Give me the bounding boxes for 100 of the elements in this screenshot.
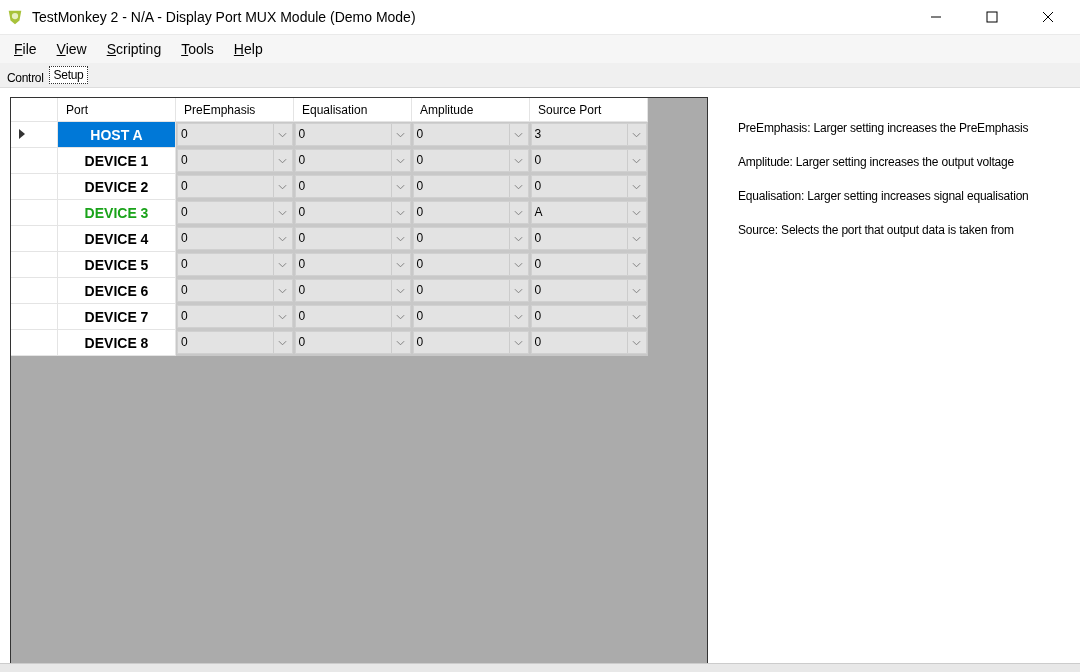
chevron-down-icon bbox=[278, 261, 287, 268]
chevron-down-icon bbox=[396, 209, 405, 216]
dropdown[interactable]: 0 bbox=[412, 201, 529, 224]
dropdown[interactable]: 0 bbox=[412, 175, 529, 198]
chevron-down-icon bbox=[632, 131, 641, 138]
chevron-down-icon bbox=[278, 183, 287, 190]
close-icon[interactable] bbox=[1042, 11, 1054, 23]
port-cell[interactable]: DEVICE 2 bbox=[57, 173, 176, 200]
port-cell[interactable]: HOST A bbox=[57, 121, 176, 148]
dropdown[interactable]: 0 bbox=[177, 227, 293, 250]
help-text: Amplitude: Larger setting increases the output voltage bbox=[738, 155, 1016, 169]
port-cell[interactable]: DEVICE 1 bbox=[57, 147, 176, 174]
menu-item[interactable]: File bbox=[14, 41, 37, 57]
horizontal-scrollbar[interactable] bbox=[0, 663, 1080, 672]
chevron-down-icon bbox=[396, 235, 405, 242]
dropdown[interactable]: 0 bbox=[177, 149, 293, 172]
dropdown[interactable]: 0 bbox=[412, 305, 529, 328]
chevron-down-icon bbox=[396, 183, 405, 190]
tab[interactable]: Control bbox=[4, 69, 47, 87]
dropdown[interactable]: 0 bbox=[177, 253, 293, 276]
column-header: Amplitude bbox=[411, 98, 530, 122]
chevron-down-icon bbox=[278, 209, 287, 216]
dropdown[interactable]: 0 bbox=[412, 253, 529, 276]
chevron-down-icon bbox=[632, 313, 641, 320]
chevron-down-icon bbox=[632, 183, 641, 190]
chevron-down-icon bbox=[632, 157, 641, 164]
dropdown[interactable]: 0 bbox=[412, 331, 529, 354]
dropdown[interactable]: 0 bbox=[177, 201, 293, 224]
dropdown[interactable]: 0 bbox=[412, 123, 529, 147]
dropdown[interactable]: 0 bbox=[412, 149, 529, 172]
chevron-down-icon bbox=[514, 339, 523, 346]
port-cell[interactable]: DEVICE 5 bbox=[57, 251, 176, 278]
dropdown[interactable]: 0 bbox=[530, 253, 647, 276]
chevron-down-icon bbox=[514, 287, 523, 294]
port-cell[interactable]: DEVICE 8 bbox=[57, 329, 176, 356]
dropdown[interactable]: 0 bbox=[530, 331, 647, 354]
dropdown[interactable]: 0 bbox=[177, 331, 293, 354]
dropdown[interactable]: 3 bbox=[530, 123, 647, 147]
dropdown[interactable]: 0 bbox=[530, 279, 647, 302]
chevron-down-icon bbox=[396, 261, 405, 268]
chevron-down-icon bbox=[278, 287, 287, 294]
help-text: Equalisation: Larger setting increases signal equalisation bbox=[738, 189, 1030, 203]
chevron-down-icon bbox=[396, 157, 405, 164]
dropdown[interactable]: 0 bbox=[294, 331, 411, 354]
dropdown[interactable]: 0 bbox=[530, 305, 647, 328]
chevron-down-icon bbox=[514, 235, 523, 242]
help-text: Source: Selects the port that output data is taken from bbox=[738, 223, 1015, 237]
dropdown[interactable]: 0 bbox=[294, 149, 411, 172]
chevron-down-icon bbox=[514, 209, 523, 216]
chevron-down-icon bbox=[514, 131, 523, 138]
dropdown[interactable]: 0 bbox=[294, 227, 411, 250]
chevron-down-icon bbox=[632, 287, 641, 294]
dropdown[interactable]: 0 bbox=[294, 253, 411, 276]
chevron-down-icon bbox=[632, 235, 641, 242]
chevron-down-icon bbox=[632, 209, 641, 216]
dropdown[interactable]: 0 bbox=[177, 279, 293, 302]
column-header: Equalisation bbox=[293, 98, 412, 122]
dropdown[interactable]: 0 bbox=[294, 123, 411, 147]
column-header: Port bbox=[57, 98, 176, 122]
dropdown[interactable]: 0 bbox=[294, 175, 411, 198]
menu-item[interactable]: View bbox=[56, 41, 87, 57]
dropdown[interactable]: 0 bbox=[412, 227, 529, 250]
dropdown[interactable]: 0 bbox=[530, 227, 647, 250]
chevron-down-icon bbox=[514, 261, 523, 268]
menu-item[interactable]: Help bbox=[233, 41, 263, 57]
chevron-down-icon bbox=[278, 157, 287, 164]
chevron-down-icon bbox=[632, 339, 641, 346]
dropdown[interactable]: 0 bbox=[294, 305, 411, 328]
column-header: Source Port bbox=[529, 98, 648, 122]
menu-item[interactable]: Scripting bbox=[106, 41, 162, 57]
chevron-down-icon bbox=[278, 235, 287, 242]
dropdown[interactable]: 0 bbox=[294, 279, 411, 302]
chevron-down-icon bbox=[278, 313, 287, 320]
chevron-down-icon bbox=[514, 157, 523, 164]
tab[interactable]: Setup bbox=[48, 66, 89, 84]
dropdown[interactable]: 0 bbox=[177, 123, 293, 147]
chevron-down-icon bbox=[278, 131, 287, 138]
help-text: PreEmphasis: Larger setting increases the PreEmphasis bbox=[738, 121, 1030, 135]
port-cell[interactable]: DEVICE 4 bbox=[57, 225, 176, 252]
menu-item[interactable]: Tools bbox=[181, 41, 214, 57]
dropdown[interactable]: 0 bbox=[530, 149, 647, 172]
chevron-down-icon bbox=[396, 131, 405, 138]
port-cell[interactable]: DEVICE 7 bbox=[57, 303, 176, 330]
chevron-down-icon bbox=[278, 339, 287, 346]
dropdown[interactable]: 0 bbox=[412, 279, 529, 302]
port-cell[interactable]: DEVICE 6 bbox=[57, 277, 176, 304]
chevron-down-icon bbox=[396, 313, 405, 320]
app-logo-icon bbox=[6, 8, 24, 26]
dropdown[interactable]: 0 bbox=[177, 175, 293, 198]
maximize-icon[interactable] bbox=[986, 11, 998, 23]
chevron-down-icon bbox=[396, 339, 405, 346]
chevron-down-icon bbox=[514, 313, 523, 320]
chevron-down-icon bbox=[396, 287, 405, 294]
window-title: TestMonkey 2 - N/A - Display Port MUX Module (Demo Mode) bbox=[32, 9, 417, 25]
chevron-down-icon bbox=[632, 261, 641, 268]
dropdown[interactable]: 0 bbox=[177, 305, 293, 328]
dropdown[interactable]: 0 bbox=[530, 175, 647, 198]
dropdown[interactable]: 0 bbox=[294, 201, 411, 224]
column-header: PreEmphasis bbox=[175, 98, 294, 122]
dropdown[interactable]: A bbox=[530, 201, 647, 224]
